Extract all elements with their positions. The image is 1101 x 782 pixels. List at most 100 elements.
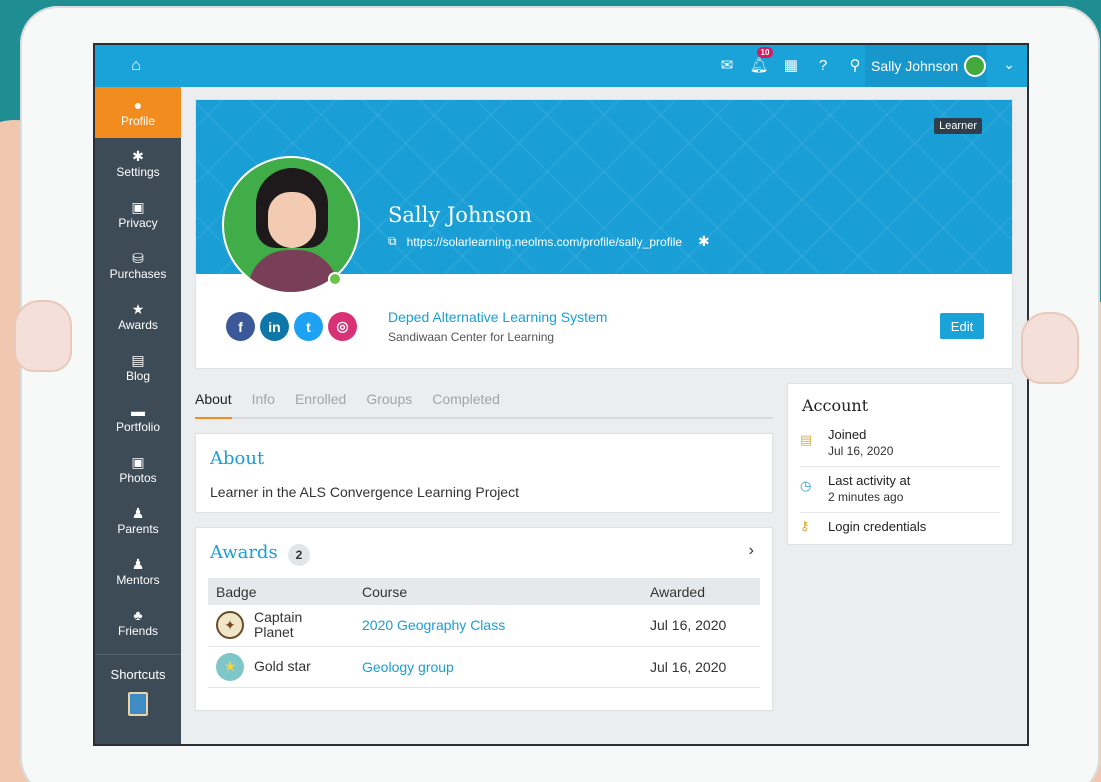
about-text: Learner in the ALS Convergence Learning … bbox=[210, 484, 519, 500]
awarded-date: Jul 16, 2020 bbox=[650, 658, 727, 675]
sidebar-divider bbox=[95, 654, 181, 655]
sidebar-item-mentors[interactable]: ♟ Mentors bbox=[95, 546, 181, 597]
tab-groups[interactable]: Groups bbox=[366, 383, 412, 419]
table-row: ★ Gold star Geology group Jul 16, 2020 bbox=[208, 646, 760, 688]
course-link[interactable]: Geology group bbox=[362, 659, 454, 675]
about-card: About Learner in the ALS Convergence Lea… bbox=[195, 433, 773, 513]
top-bar: ⌂ ✉ 🔔︎ 10 ▦ ? ⚲ Sally Johnson ⌄ bbox=[95, 45, 1027, 87]
sidebar-item-awards[interactable]: ★ Awards bbox=[95, 291, 181, 342]
role-badge: Learner bbox=[934, 118, 982, 134]
account-divider bbox=[800, 466, 1000, 467]
sidebar-item-photos[interactable]: ▣ Photos bbox=[95, 444, 181, 495]
sidebar-item-label: Awards bbox=[118, 317, 158, 332]
linkedin-icon[interactable]: in bbox=[260, 312, 289, 341]
sidebar-item-label: Parents bbox=[117, 521, 159, 536]
sidebar-item-label: Profile bbox=[120, 113, 155, 128]
search-icon[interactable]: ⚲ bbox=[845, 54, 865, 76]
badge-name: Gold star bbox=[254, 658, 311, 674]
profile-tabs: About Info Enrolled Groups Completed bbox=[195, 383, 773, 419]
left-thumbnail bbox=[14, 300, 72, 372]
awards-table: Badge Course Awarded ✦ Captain Planet 20… bbox=[208, 578, 760, 688]
person-icon: ♟ bbox=[131, 555, 145, 572]
course-link[interactable]: 2020 Geography Class bbox=[362, 617, 505, 633]
avatar-body bbox=[248, 250, 338, 292]
external-link-icon: ⧉ bbox=[388, 234, 397, 248]
blog-icon: ▤ bbox=[131, 351, 145, 368]
chevron-right-icon[interactable]: › bbox=[749, 542, 754, 560]
tab-info[interactable]: Info bbox=[252, 383, 275, 419]
calendar-icon[interactable]: ▦ bbox=[781, 54, 801, 76]
account-card: Account ▤ Joined Jul 16, 2020 ◷ Last act… bbox=[787, 383, 1013, 545]
sidebar-item-label: Photos bbox=[119, 470, 157, 485]
edit-button[interactable]: Edit bbox=[940, 313, 984, 339]
tab-completed[interactable]: Completed bbox=[432, 383, 500, 419]
facebook-icon[interactable]: f bbox=[226, 312, 255, 341]
right-thumbnail bbox=[1021, 312, 1079, 384]
user-avatar bbox=[964, 55, 987, 77]
user-name: Sally Johnson bbox=[871, 58, 959, 74]
sidebar-item-blog[interactable]: ▤ Blog bbox=[95, 342, 181, 393]
calendar-icon: ▤ bbox=[800, 432, 813, 447]
sidebar-item-purchases[interactable]: ⛁ Purchases bbox=[95, 240, 181, 291]
sidebar-item-label: Mentors bbox=[116, 572, 160, 587]
sidebar-item-label: Blog bbox=[125, 368, 151, 383]
credentials-row[interactable]: ⚷ Login credentials bbox=[800, 518, 1000, 536]
tab-about[interactable]: About bbox=[195, 383, 232, 419]
sidebar-item-parents[interactable]: ♟ Parents bbox=[95, 495, 181, 546]
star-icon: ★ bbox=[131, 300, 145, 317]
about-title: About bbox=[210, 448, 265, 469]
awarded-date: Jul 16, 2020 bbox=[650, 617, 727, 634]
sidebar: ● Profile ✱ Settings ▣ Privacy ⛁ Purchases ★ Awar… bbox=[95, 87, 181, 744]
friends-icon: ♣ bbox=[133, 606, 143, 623]
image-icon: ▣ bbox=[131, 453, 145, 470]
table-row: ✦ Captain Planet 2020 Geography Class Ju… bbox=[208, 605, 760, 647]
sidebar-item-settings[interactable]: ✱ Settings bbox=[95, 138, 181, 189]
person-icon: ♟ bbox=[131, 504, 145, 521]
organization-subtitle: Sandiwaan Center for Learning bbox=[388, 330, 555, 344]
lock-icon: ▣ bbox=[131, 198, 145, 215]
sidebar-item-privacy[interactable]: ▣ Privacy bbox=[95, 189, 181, 240]
shortcuts-label: Shortcuts bbox=[110, 667, 166, 682]
joined-label: Joined bbox=[828, 427, 867, 442]
tablet-screen: ⌂ ✉ 🔔︎ 10 ▦ ? ⚲ Sally Johnson ⌄ ● Profile… bbox=[93, 43, 1029, 746]
column-header-course: Course bbox=[354, 578, 642, 605]
main-content: Learner Sally Johnson ⧉ https://solarlea… bbox=[181, 87, 1027, 744]
user-menu[interactable]: Sally Johnson bbox=[865, 45, 987, 87]
sidebar-item-profile[interactable]: ● Profile bbox=[95, 87, 181, 138]
profile-card: Learner Sally Johnson ⧉ https://solarlea… bbox=[195, 99, 1013, 369]
tab-enrolled[interactable]: Enrolled bbox=[295, 383, 346, 419]
instagram-icon[interactable]: ◎ bbox=[328, 312, 357, 341]
notifications-icon[interactable]: 🔔︎ 10 bbox=[749, 47, 773, 76]
key-icon: ⚷ bbox=[800, 518, 810, 533]
sidebar-item-friends[interactable]: ♣ Friends bbox=[95, 597, 181, 648]
sidebar-item-label: Portfolio bbox=[115, 419, 161, 434]
help-icon[interactable]: ? bbox=[813, 54, 833, 76]
captain-planet-badge-icon: ✦ bbox=[216, 611, 244, 640]
column-header-awarded: Awarded bbox=[642, 578, 760, 605]
chevron-down-icon[interactable]: ⌄ bbox=[1003, 56, 1015, 73]
awards-card: Awards 2 › Badge Course Awarded ✦ Captai… bbox=[195, 527, 773, 711]
activity-value: 2 minutes ago bbox=[828, 490, 904, 504]
awards-count-badge: 2 bbox=[288, 544, 310, 566]
sidebar-item-portfolio[interactable]: ▬ Portfolio bbox=[95, 393, 181, 444]
joined-row: ▤ Joined Jul 16, 2020 bbox=[800, 426, 1000, 458]
topbar-icons: ✉ 🔔︎ 10 ▦ ? ⚲ bbox=[717, 47, 865, 76]
gear-icon[interactable]: ✱ bbox=[698, 233, 710, 250]
mail-icon[interactable]: ✉ bbox=[717, 54, 737, 76]
twitter-icon[interactable]: t bbox=[294, 312, 323, 341]
shortcut-thumbnail[interactable] bbox=[128, 692, 148, 716]
clock-icon: ◷ bbox=[800, 478, 812, 493]
activity-label: Last activity at bbox=[828, 473, 911, 488]
account-divider bbox=[800, 512, 1000, 513]
sidebar-item-label: Friends bbox=[117, 623, 158, 638]
login-credentials-link[interactable]: Login credentials bbox=[828, 518, 926, 536]
folder-icon: ▬ bbox=[131, 402, 145, 419]
tablet-frame: ⌂ ✉ 🔔︎ 10 ▦ ? ⚲ Sally Johnson ⌄ ● Profile… bbox=[20, 6, 1100, 782]
home-icon[interactable]: ⌂ bbox=[127, 57, 145, 75]
notification-count-badge: 10 bbox=[757, 47, 773, 58]
joined-date: Jul 16, 2020 bbox=[828, 444, 894, 458]
awards-title: Awards bbox=[210, 542, 278, 563]
profile-url[interactable]: https://solarlearning.neolms.com/profile… bbox=[407, 235, 682, 249]
social-links: f in t ◎ bbox=[226, 312, 357, 341]
organization-link[interactable]: Deped Alternative Learning System bbox=[388, 309, 607, 325]
